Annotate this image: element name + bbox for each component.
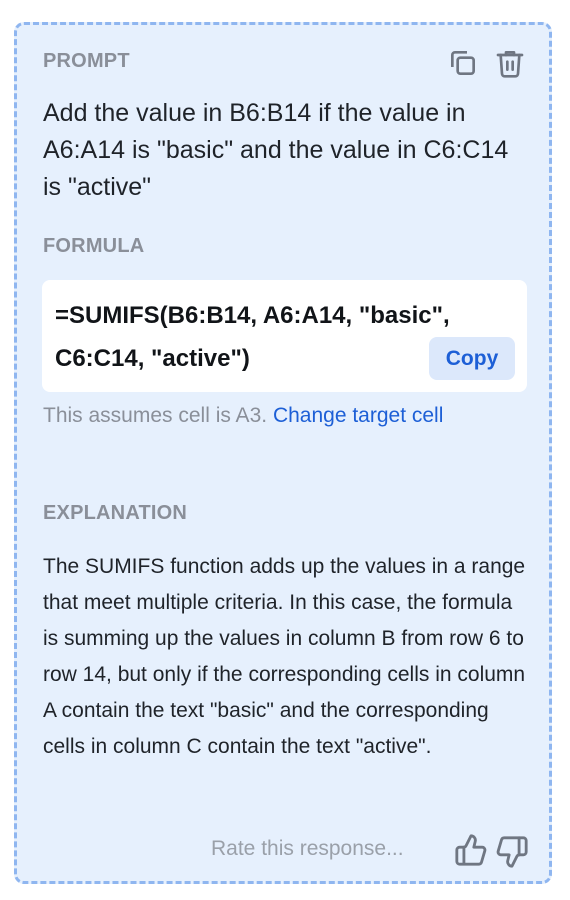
change-target-cell-link[interactable]: Change target cell (273, 404, 443, 427)
formula-box: =SUMIFS(B6:B14, A6:A14, "basic", C6:C14,… (42, 280, 527, 392)
target-cell-note-text: This assumes cell is A3. (43, 404, 268, 427)
rate-response-label: Rate this response... (211, 837, 404, 860)
prompt-text: Add the value in B6:B14 if the value in … (43, 99, 509, 201)
formula-label: FORMULA (43, 235, 145, 257)
trash-icon[interactable] (494, 47, 526, 79)
explanation-label: EXPLANATION (43, 502, 188, 524)
prompt-label: PROMPT (43, 50, 130, 72)
copy-button[interactable]: Copy (429, 337, 515, 380)
thumbs-down-icon[interactable] (495, 835, 529, 869)
explanation-text: The SUMIFS function adds up the values i… (43, 555, 526, 758)
thumbs-up-icon[interactable] (454, 833, 488, 867)
formula-result-card: PROMPT Add the value in B6:B14 if the va… (14, 22, 552, 884)
copy-icon[interactable] (447, 47, 479, 79)
target-cell-note: This assumes cell is A3. Change target c… (43, 404, 443, 428)
